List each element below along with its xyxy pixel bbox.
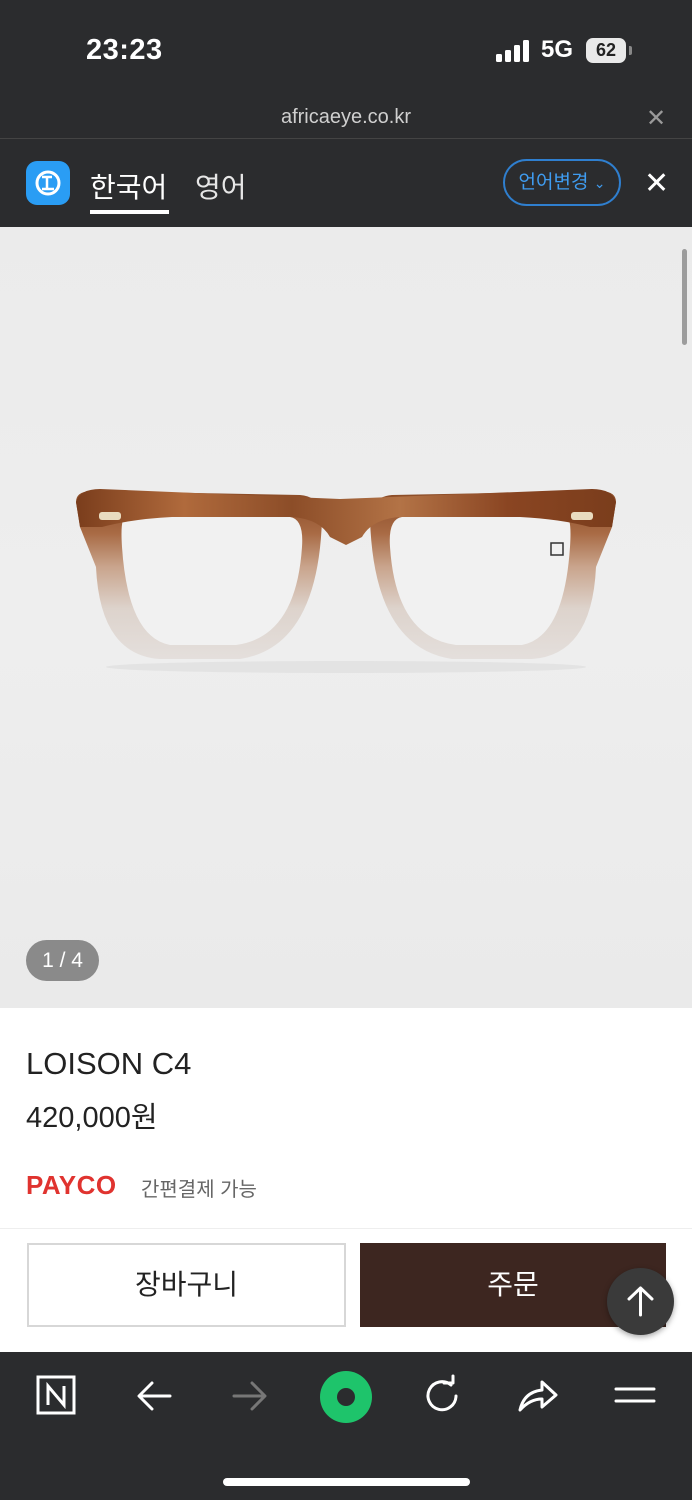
payco-note: 간편결제 가능 (141, 1179, 257, 1201)
product-image[interactable] (0, 227, 692, 1008)
green-dot-icon[interactable] (318, 1369, 374, 1425)
change-language-button[interactable]: 언어변경 ⌄ (503, 159, 621, 206)
product-price: 420,000원 (26, 1102, 158, 1134)
forward-icon[interactable] (230, 1374, 270, 1418)
tab-active-indicator (90, 210, 169, 214)
share-icon[interactable] (516, 1374, 560, 1418)
chevron-down-icon: ⌄ (593, 175, 606, 191)
glasses-image (76, 489, 616, 673)
add-to-cart-button[interactable]: 장바구니 (27, 1243, 346, 1327)
close-icon[interactable]: ✕ (646, 104, 666, 133)
network-type: 5G (541, 36, 574, 63)
refresh-icon[interactable] (420, 1374, 464, 1418)
change-language-label: 언어변경 (518, 172, 589, 193)
status-time: 23:23 (86, 34, 163, 66)
battery-icon: 62 (586, 38, 626, 63)
translate-app-icon (26, 161, 70, 205)
naver-home-icon[interactable] (36, 1374, 78, 1418)
battery-tip (629, 46, 632, 55)
arrow-up-icon (627, 1286, 654, 1317)
product-name: LOISON C4 (26, 1046, 192, 1081)
scrollbar[interactable] (682, 249, 687, 345)
scroll-to-top-button[interactable] (607, 1268, 674, 1335)
payco-logo: PAYCO (26, 1170, 117, 1200)
home-indicator (223, 1478, 470, 1486)
menu-icon[interactable] (614, 1374, 656, 1418)
url-text[interactable]: africaeye.co.kr (0, 106, 692, 129)
tab-korean[interactable]: 한국어 (90, 166, 167, 206)
close-icon[interactable]: ✕ (644, 166, 669, 201)
tab-english[interactable]: 영어 (195, 166, 247, 206)
image-counter: 1 / 4 (26, 940, 99, 981)
back-icon[interactable] (134, 1374, 174, 1418)
signal-icon (496, 40, 529, 62)
